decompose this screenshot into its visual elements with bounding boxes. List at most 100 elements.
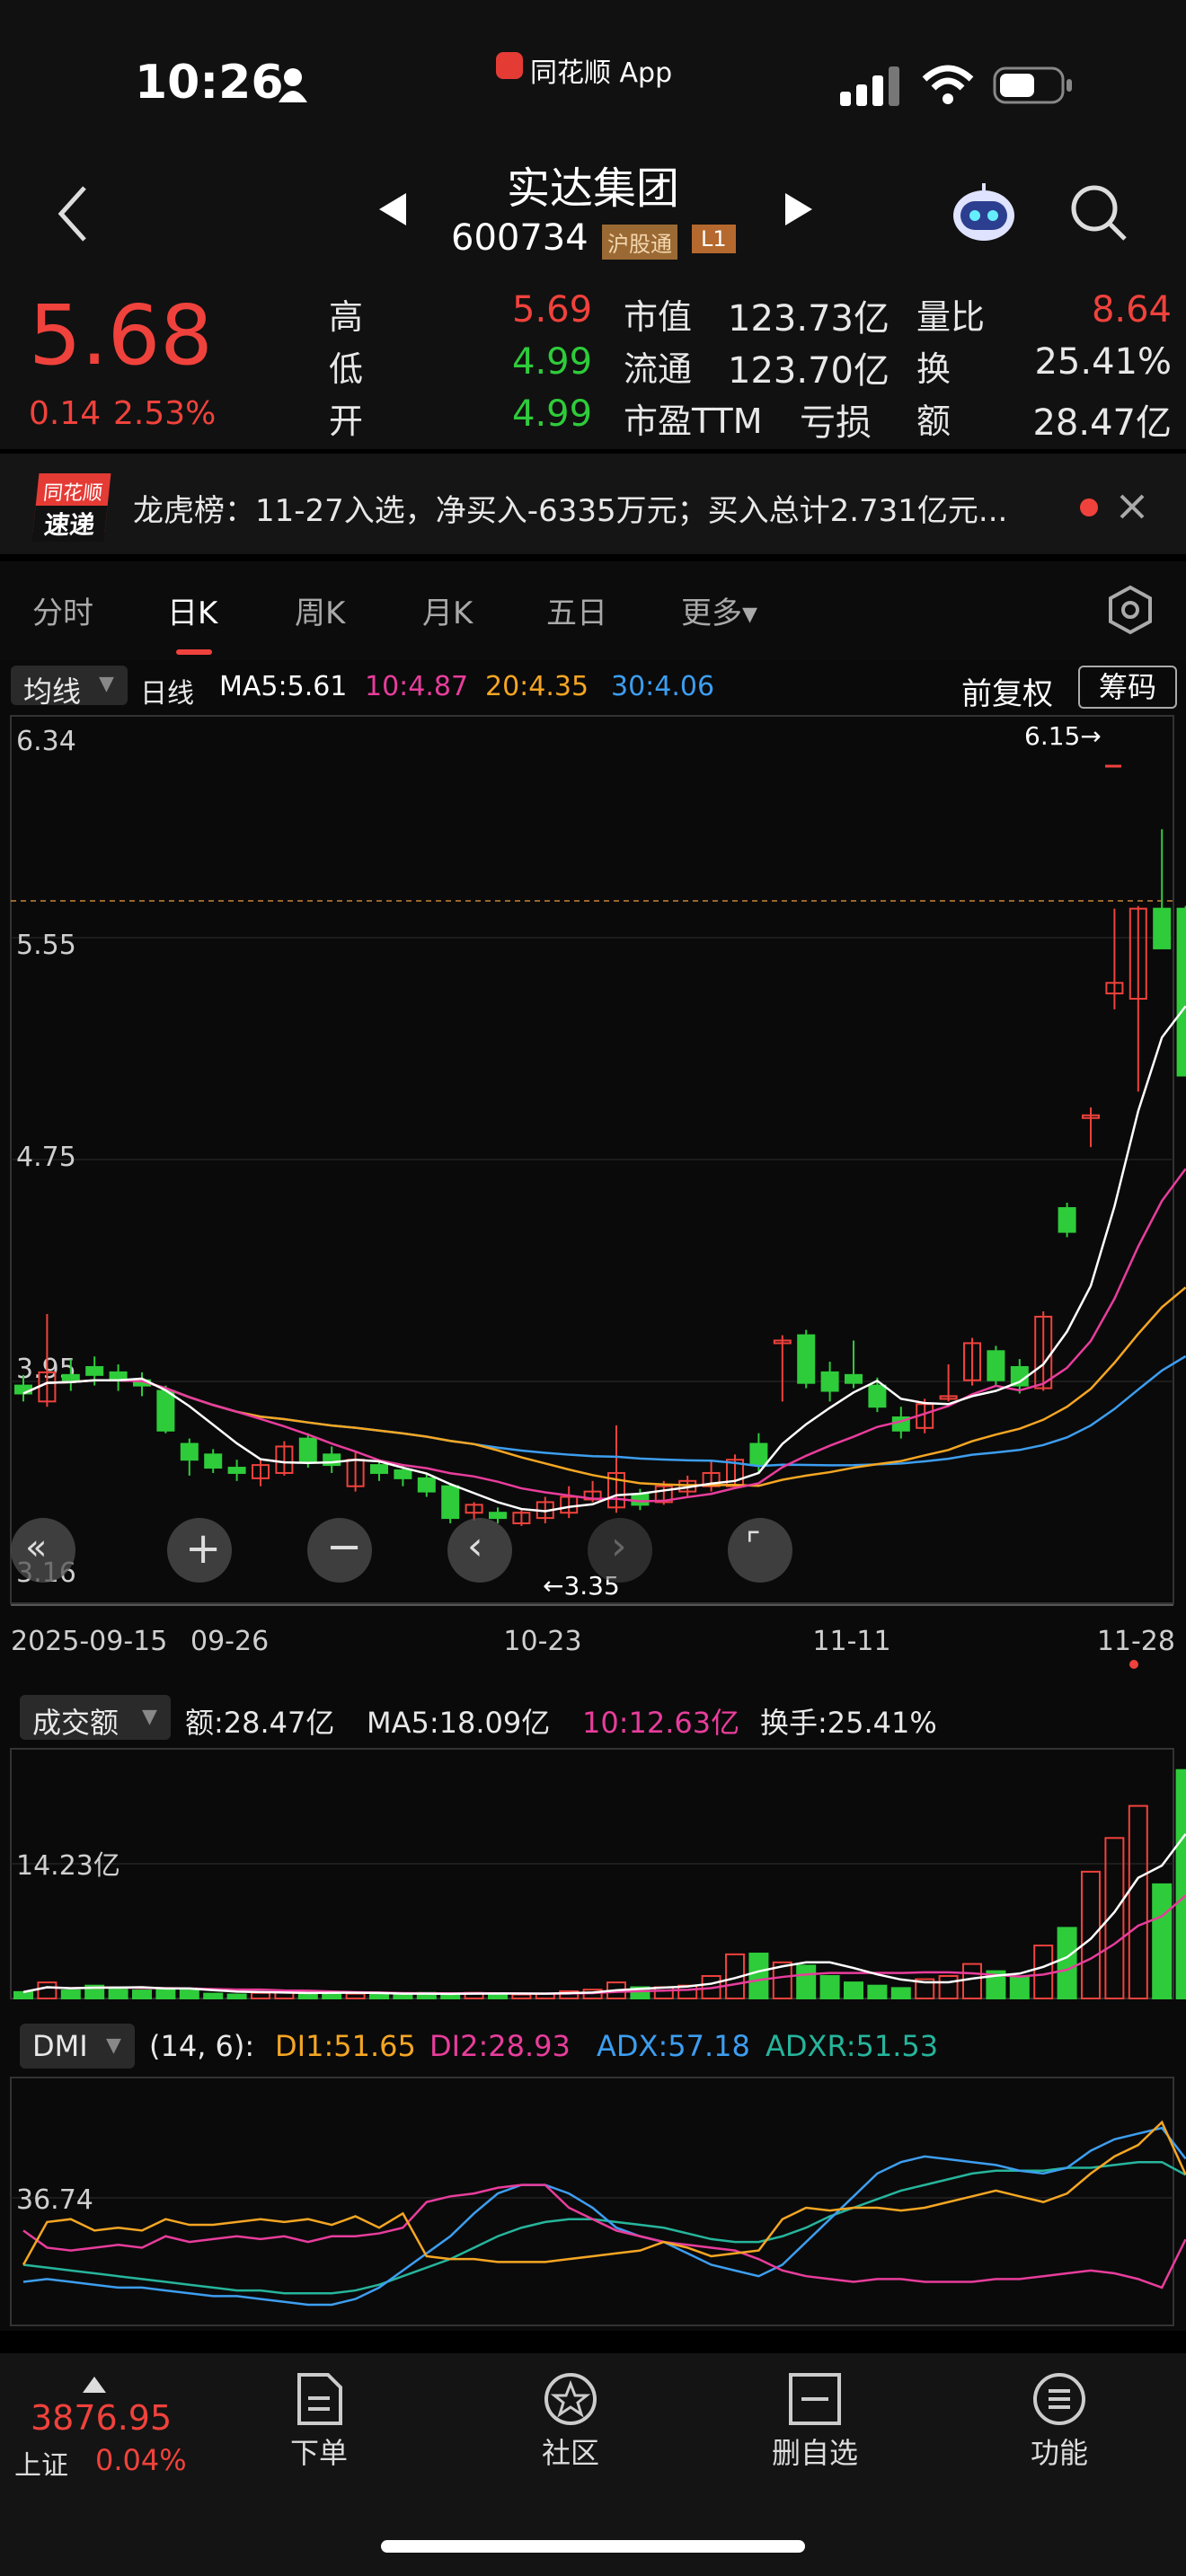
volume-bar xyxy=(132,1989,152,1999)
date-label: 2025-09-15 xyxy=(11,1626,167,1657)
volume-indicator-select[interactable]: 成交额 ▼ xyxy=(20,1695,171,1740)
y-axis-label: 5.55 xyxy=(16,930,76,961)
mcap-label: 市值 xyxy=(624,297,693,337)
zoom-in-button[interactable]: + xyxy=(167,1518,232,1583)
active-tab-indicator xyxy=(176,649,212,655)
index-value[interactable]: 3876.95 xyxy=(31,2398,172,2438)
zoom-out-button[interactable]: − xyxy=(307,1518,372,1583)
home-indicator xyxy=(381,2540,805,2553)
candle-body xyxy=(749,1442,768,1467)
candle-body xyxy=(227,1467,246,1474)
tab-more[interactable]: 更多▾ xyxy=(681,588,757,632)
chart-area: 均线 ▼ 日线 MA5:5.61 10:4.87 20:4.35 30:4.06… xyxy=(0,660,1186,2331)
tab-five-day[interactable]: 五日 xyxy=(546,588,607,632)
news-text: 龙虎榜：11-27入选，净买入-6335万元；买入总计2.731亿元... xyxy=(133,493,1008,529)
app-label: 同花顺 App xyxy=(530,57,673,89)
volume-frame xyxy=(10,1748,1174,1999)
order-label: 下单 xyxy=(289,2436,348,2470)
dmi-indicator-select[interactable]: DMI ▼ xyxy=(20,2024,135,2069)
volume-ma5-line xyxy=(22,1833,1186,1996)
next-stock-icon[interactable] xyxy=(783,191,814,227)
volume-bar xyxy=(796,1964,817,1999)
community-star-icon xyxy=(544,2373,597,2425)
search-icon[interactable] xyxy=(1069,183,1128,243)
quote-panel: 5.68 0.14 2.53% 高 低 开 5.69 4.99 4.99 市值 … xyxy=(0,269,1186,449)
volume-bar xyxy=(1152,1883,1173,1999)
tab-monthly-k[interactable]: 月K xyxy=(422,588,473,632)
candle-body xyxy=(845,1373,863,1384)
volume-bar xyxy=(37,1981,58,1999)
candle-body xyxy=(298,1437,317,1464)
robot-assistant-icon[interactable] xyxy=(948,180,1020,244)
app-icon xyxy=(496,52,523,79)
remove-box-icon xyxy=(789,2373,841,2425)
volume-bar xyxy=(251,1991,270,2000)
index-name: 上证 xyxy=(14,2450,68,2482)
volume-bar xyxy=(203,1992,224,2000)
level-badge: L1 xyxy=(692,225,736,253)
community-label: 社区 xyxy=(541,2436,599,2470)
mcap-value: 123.73亿 xyxy=(728,298,890,340)
bottom-nav: 3876.95 上证 0.04% 下单 社区 删自选 功能 xyxy=(0,2353,1186,2576)
volume-bar xyxy=(1128,1804,1148,1999)
date-label: 11-28 xyxy=(1097,1626,1175,1657)
tab-intraday[interactable]: 分时 xyxy=(32,588,93,632)
volume-bar xyxy=(867,1984,888,1999)
candle-body xyxy=(820,1371,839,1392)
functions-label: 功能 xyxy=(1030,2436,1088,2470)
order-button[interactable]: 下单 xyxy=(270,2371,368,2472)
candle-body xyxy=(204,1453,223,1469)
candle-body xyxy=(1058,1206,1076,1233)
date-label: 11-11 xyxy=(812,1626,890,1657)
dmi-frame xyxy=(10,2077,1174,2326)
fullscreen-button[interactable]: ⌜ xyxy=(728,1518,792,1583)
volume-bar xyxy=(345,1992,366,2000)
ma5-line xyxy=(22,1005,1186,1513)
scroll-right-button[interactable]: › xyxy=(588,1518,652,1583)
news-badge: 同花顺 速递 xyxy=(31,473,111,542)
current-date-dot xyxy=(1129,1660,1138,1669)
date-label: 10-23 xyxy=(503,1626,581,1657)
volume-indicator-label: 成交额 xyxy=(32,1706,119,1740)
close-icon[interactable] xyxy=(1119,493,1146,520)
float-label: 流通 xyxy=(624,349,693,389)
stock-code: 600734 xyxy=(451,217,589,259)
signal-icon xyxy=(840,66,899,106)
low-label: 低 xyxy=(329,349,364,389)
wifi-icon xyxy=(922,65,974,104)
candle-body xyxy=(180,1442,199,1461)
candle-body xyxy=(489,1512,507,1520)
dmi-adxr: ADXR:51.53 xyxy=(766,2029,939,2063)
y-axis-label: 4.75 xyxy=(16,1142,76,1173)
unread-dot xyxy=(1080,498,1098,516)
index-change: 0.04% xyxy=(95,2443,187,2477)
candle-body xyxy=(394,1469,412,1479)
volume-bar xyxy=(369,1993,389,1999)
zoom-out-far-button[interactable]: « xyxy=(11,1518,75,1583)
volume-bar xyxy=(748,1952,769,2000)
dmi-indicator-label: DMI xyxy=(32,2029,88,2063)
functions-button[interactable]: 功能 xyxy=(1010,2371,1109,2472)
candle-body xyxy=(631,1493,650,1506)
settings-hex-icon[interactable] xyxy=(1105,585,1155,635)
tab-weekly-k[interactable]: 周K xyxy=(295,588,345,632)
kline-chart[interactable]: 6.345.554.753.953.166.15→←3.352025-09-15… xyxy=(0,660,1186,2331)
dmi-params: (14, 6): xyxy=(149,2029,255,2063)
volume-bar xyxy=(1009,1976,1030,1999)
volume-ma5: MA5:18.09亿 xyxy=(367,1706,551,1740)
community-button[interactable]: 社区 xyxy=(521,2371,620,2472)
menu-circle-icon xyxy=(1033,2373,1085,2425)
date-label: 09-26 xyxy=(190,1626,269,1657)
remove-watchlist-button[interactable]: 删自选 xyxy=(766,2371,864,2472)
volume-bar xyxy=(511,1993,532,1999)
news-badge-top: 同花顺 xyxy=(41,482,104,505)
volume-bar xyxy=(13,1990,33,2000)
scroll-left-button[interactable]: ‹ xyxy=(447,1518,512,1583)
tab-daily-k[interactable]: 日K xyxy=(167,588,217,632)
high-label: 高 xyxy=(329,297,364,337)
high-value: 5.69 xyxy=(512,289,593,331)
dmi-adxr-line xyxy=(22,2160,1186,2295)
news-ticker[interactable]: 同花顺 速递 龙虎榜：11-27入选，净买入-6335万元；买入总计2.731亿… xyxy=(0,454,1186,554)
open-label: 开 xyxy=(329,401,364,441)
volume-ratio-label: 量比 xyxy=(916,297,986,337)
